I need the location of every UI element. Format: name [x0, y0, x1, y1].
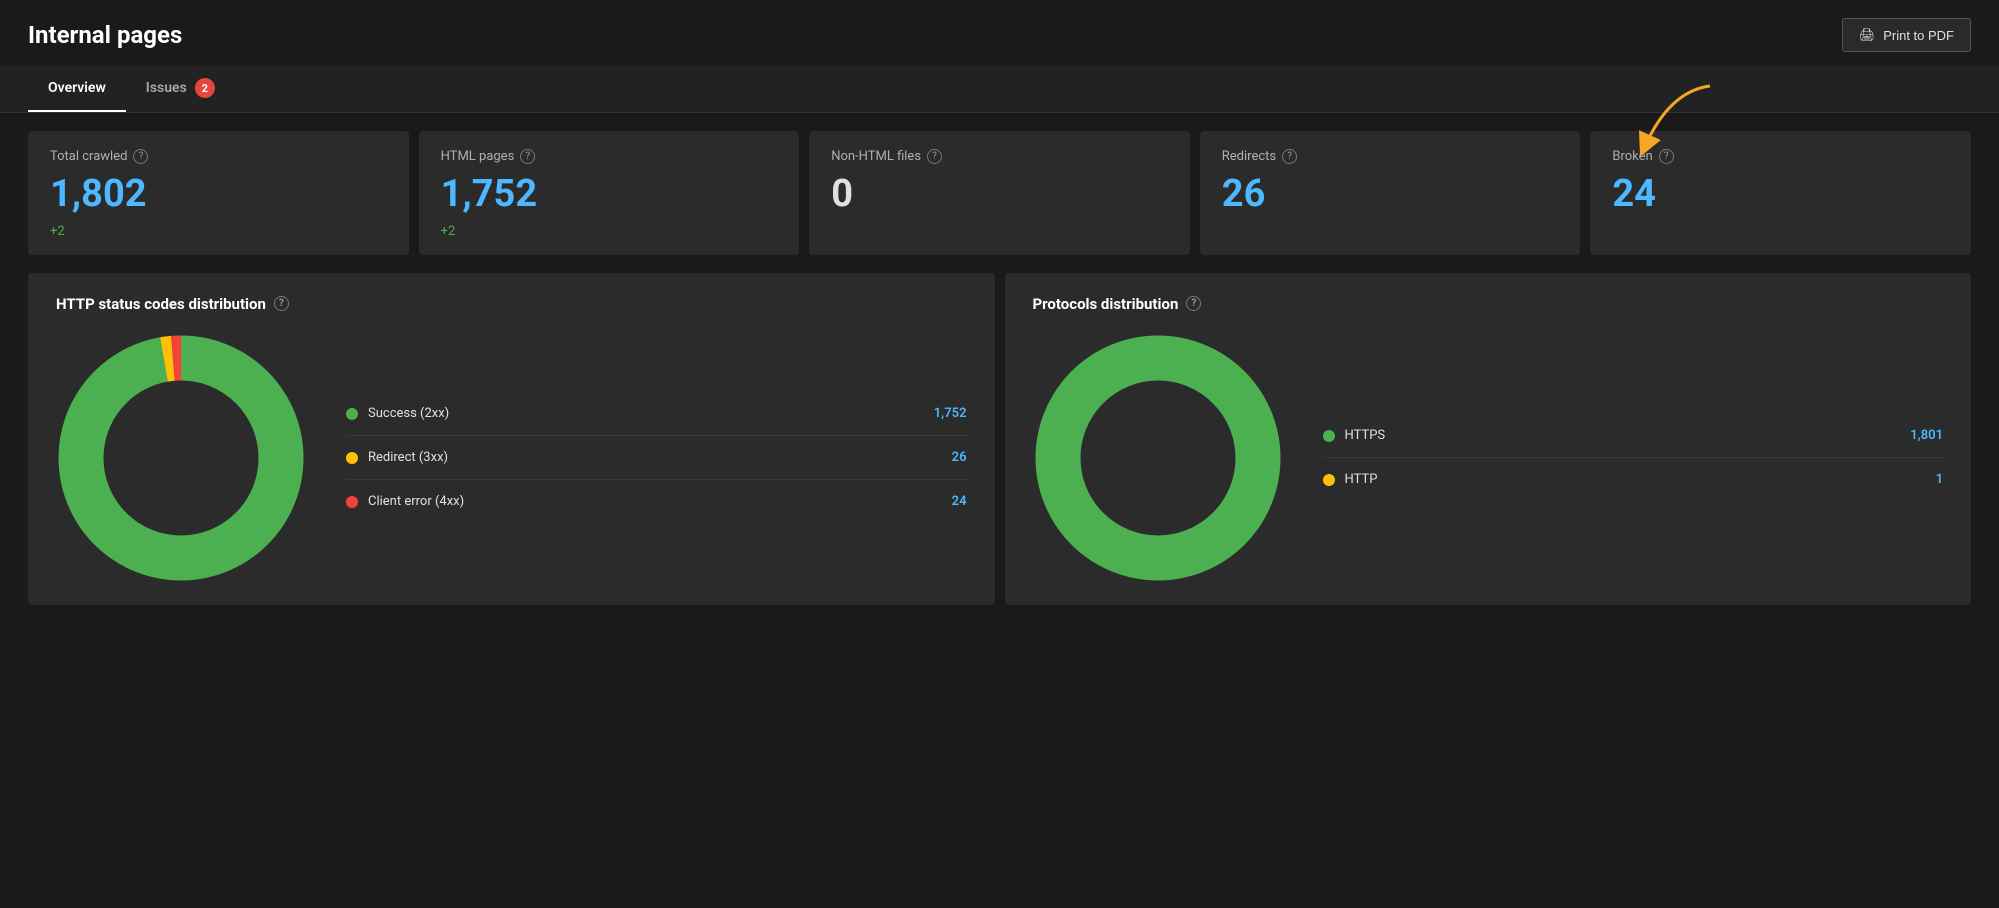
non-html-help-icon[interactable]: ? [927, 149, 942, 164]
stat-non-html-files: Non-HTML files ? 0 [809, 131, 1190, 255]
http-count: 1 [1936, 472, 1943, 487]
tab-issues[interactable]: Issues 2 [126, 66, 235, 112]
https-dot [1323, 430, 1335, 442]
http-status-legend: Success (2xx) 1,752 Redirect (3xx) 26 Cl… [346, 392, 967, 523]
legend-item-http: HTTP 1 [1323, 458, 1944, 501]
client-error-dot [346, 496, 358, 508]
stat-broken-label: Broken ? [1612, 149, 1949, 164]
tab-overview[interactable]: Overview [28, 66, 126, 112]
issues-badge: 2 [195, 78, 215, 98]
http-chart-help-icon[interactable]: ? [274, 296, 289, 311]
stat-html-pages-delta: +2 [441, 224, 778, 239]
stat-total-crawled-label: Total crawled ? [50, 149, 387, 164]
page-title: Internal pages [28, 21, 182, 49]
protocols-chart-title: Protocols distribution ? [1033, 295, 1944, 313]
legend-item-https: HTTPS 1,801 [1323, 414, 1944, 458]
protocols-chart-content: HTTPS 1,801 HTTP 1 [1033, 333, 1944, 583]
protocols-legend: HTTPS 1,801 HTTP 1 [1323, 414, 1944, 501]
stat-html-pages-value: 1,752 [441, 174, 778, 216]
redirect-count: 26 [952, 450, 967, 465]
protocols-chart-card: Protocols distribution ? [1005, 273, 1972, 605]
stat-total-crawled-value: 1,802 [50, 174, 387, 216]
total-crawled-help-icon[interactable]: ? [133, 149, 148, 164]
print-icon: 🖨 [1859, 27, 1876, 43]
http-status-chart-title: HTTP status codes distribution ? [56, 295, 967, 313]
protocols-donut-chart [1033, 333, 1283, 583]
redirects-help-icon[interactable]: ? [1282, 149, 1297, 164]
tabs-bar: Overview Issues 2 [0, 66, 1999, 113]
http-status-chart-card: HTTP status codes distribution ? [28, 273, 995, 605]
https-label: HTTPS [1345, 428, 1386, 443]
stat-broken-value: 24 [1612, 174, 1949, 216]
http-dot [1323, 474, 1335, 486]
stat-broken: Broken ? 24 [1590, 131, 1971, 255]
stat-html-pages: HTML pages ? 1,752 +2 [419, 131, 800, 255]
print-to-pdf-button[interactable]: 🖨 Print to PDF [1842, 18, 1971, 52]
stat-total-crawled: Total crawled ? 1,802 +2 [28, 131, 409, 255]
client-error-count: 24 [952, 494, 967, 509]
stat-redirects-value: 26 [1222, 174, 1559, 216]
legend-item-client-error: Client error (4xx) 24 [346, 480, 967, 523]
http-label: HTTP [1345, 472, 1378, 487]
charts-row: HTTP status codes distribution ? [0, 273, 1999, 633]
success-count: 1,752 [934, 406, 967, 421]
tab-overview-label: Overview [48, 80, 106, 96]
success-dot [346, 408, 358, 420]
stat-redirects: Redirects ? 26 [1200, 131, 1581, 255]
tab-issues-label: Issues [146, 80, 187, 96]
legend-item-success: Success (2xx) 1,752 [346, 392, 967, 436]
stat-redirects-label: Redirects ? [1222, 149, 1559, 164]
stat-total-crawled-delta: +2 [50, 224, 387, 239]
redirect-label: Redirect (3xx) [368, 450, 448, 465]
print-label: Print to PDF [1883, 28, 1954, 43]
stat-non-html-files-label: Non-HTML files ? [831, 149, 1168, 164]
legend-item-redirect: Redirect (3xx) 26 [346, 436, 967, 480]
stat-non-html-files-value: 0 [831, 174, 1168, 216]
redirect-dot [346, 452, 358, 464]
broken-help-icon[interactable]: ? [1659, 149, 1674, 164]
html-pages-help-icon[interactable]: ? [520, 149, 535, 164]
protocols-chart-help-icon[interactable]: ? [1186, 296, 1201, 311]
client-error-label: Client error (4xx) [368, 494, 464, 509]
stat-html-pages-label: HTML pages ? [441, 149, 778, 164]
http-status-chart-content: Success (2xx) 1,752 Redirect (3xx) 26 Cl… [56, 333, 967, 583]
http-donut-chart [56, 333, 306, 583]
stats-row: Total crawled ? 1,802 +2 HTML pages ? 1,… [0, 113, 1999, 273]
https-count: 1,801 [1910, 428, 1943, 443]
success-label: Success (2xx) [368, 406, 449, 421]
page-header: Internal pages 🖨 Print to PDF [0, 0, 1999, 66]
